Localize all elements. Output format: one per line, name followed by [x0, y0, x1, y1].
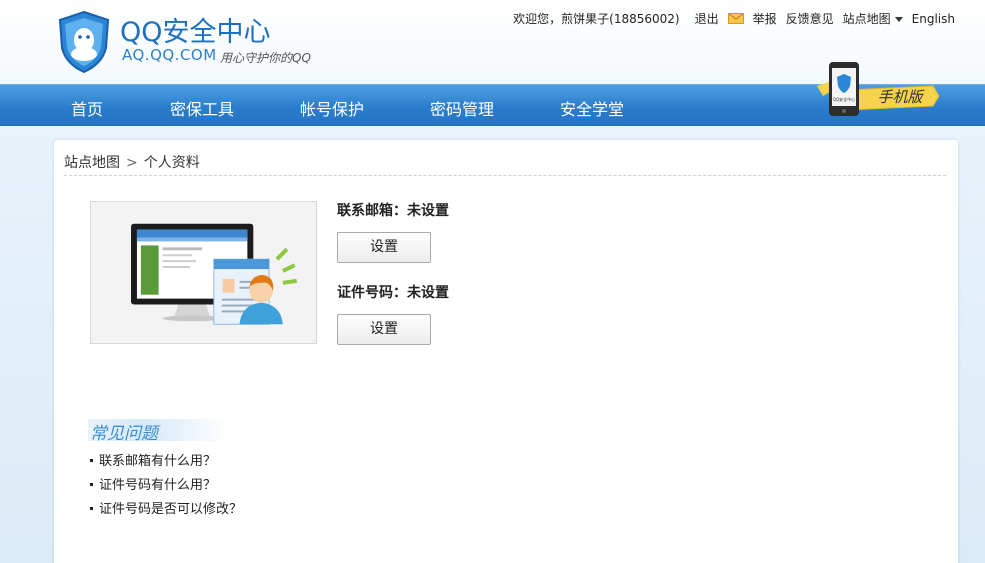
profile-illustration	[90, 201, 317, 344]
bullet-icon	[90, 483, 93, 486]
sitemap-label: 站点地图	[842, 12, 891, 26]
id-status-label: 证件号码：未设置	[337, 285, 449, 301]
nav-item-security-academy[interactable]: 安全学堂	[560, 96, 624, 120]
bullet-icon	[90, 507, 93, 510]
faq-item-text[interactable]: 证件号码有什么用？	[99, 478, 216, 493]
faq-item[interactable]: 证件号码是否可以修改？	[90, 498, 242, 522]
breadcrumb: 站点地图 > 个人资料	[64, 152, 200, 172]
mail-icon[interactable]	[727, 13, 744, 24]
logo-domain: AQ.QQ.COM	[122, 46, 217, 64]
email-set-button[interactable]: 设置	[337, 232, 431, 263]
email-status-label: 联系邮箱：未设置	[337, 203, 449, 219]
breadcrumb-sitemap-link[interactable]: 站点地图	[64, 155, 120, 171]
id-set-button[interactable]: 设置	[337, 314, 431, 345]
english-link[interactable]: English	[912, 12, 955, 26]
faq-item[interactable]: 联系邮箱有什么用？	[90, 450, 242, 474]
logout-link[interactable]: 退出	[695, 10, 719, 27]
faq-title: 常见问题	[90, 424, 158, 444]
qq-shield-logo-icon[interactable]	[56, 10, 112, 74]
sitemap-dropdown[interactable]: 站点地图	[843, 10, 903, 27]
divider	[64, 175, 946, 176]
mobile-version-badge[interactable]: QQ安全中心 手机版	[815, 60, 945, 120]
feedback-link[interactable]: 反馈意见	[786, 10, 834, 27]
breadcrumb-separator: >	[126, 155, 138, 171]
nav-item-security-tools[interactable]: 密保工具	[170, 96, 234, 120]
nav-item-account-protection[interactable]: 帐号保护	[300, 96, 364, 120]
faq-list: 联系邮箱有什么用？ 证件号码有什么用？ 证件号码是否可以修改？	[90, 450, 242, 522]
logo-title[interactable]: QQ安全中心	[120, 10, 271, 49]
nav-item-home[interactable]: 首页	[71, 96, 103, 120]
top-links: 欢迎您，煎饼果子(18856002) 退出 举报 反馈意见 站点地图 Engli…	[513, 10, 955, 27]
faq-item[interactable]: 证件号码有什么用？	[90, 474, 242, 498]
bullet-icon	[90, 459, 93, 462]
faq-item-text[interactable]: 证件号码是否可以修改？	[99, 502, 242, 517]
faq-item-text[interactable]: 联系邮箱有什么用？	[99, 454, 216, 469]
breadcrumb-current: 个人资料	[143, 155, 200, 171]
content-panel: 站点地图 > 个人资料 联系邮箱：未设置 设置 证件号码：未设置 设置 常见问题…	[54, 140, 958, 563]
mobile-phone-icon: QQ安全中心 手机版	[817, 62, 940, 116]
nav-item-password-management[interactable]: 密码管理	[430, 96, 494, 120]
chevron-down-icon	[894, 17, 903, 22]
report-link[interactable]: 举报	[753, 10, 777, 27]
welcome-text: 欢迎您，煎饼果子(18856002)	[513, 12, 680, 26]
mobile-version-label: 手机版	[877, 88, 925, 106]
phone-caption: QQ安全中心	[833, 96, 855, 102]
logo-slogan: 用心守护你的QQ	[220, 51, 311, 65]
faq-header: 常见问题	[88, 419, 228, 444]
